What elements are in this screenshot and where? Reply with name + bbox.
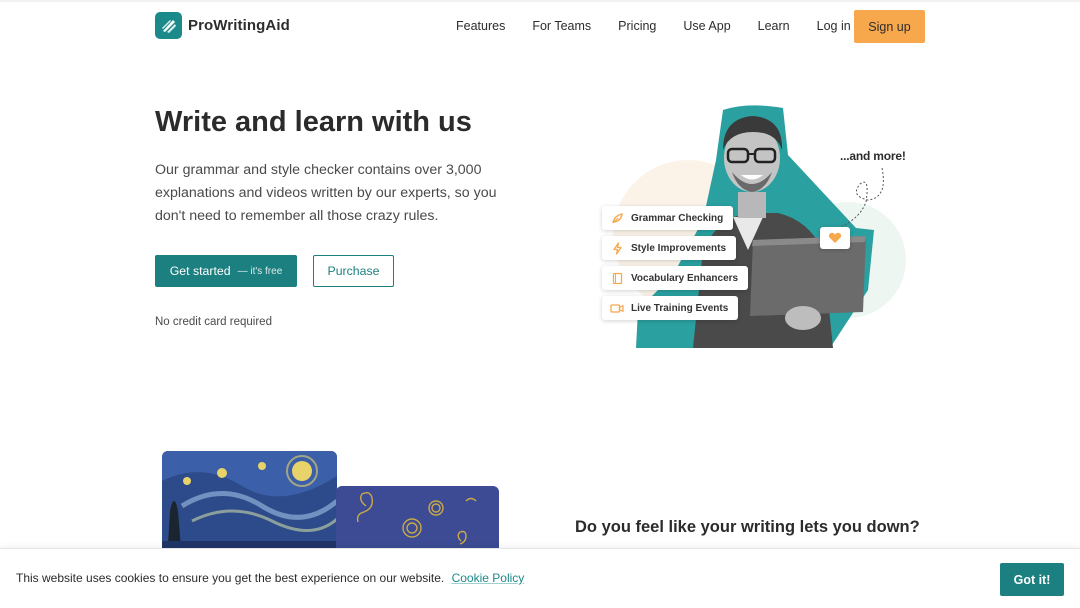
nav-use-app[interactable]: Use App	[683, 19, 730, 33]
cookie-banner: This website uses cookies to ensure you …	[0, 548, 1080, 608]
brand-logo[interactable]: ProWritingAid	[155, 12, 290, 39]
hero-description: Our grammar and style checker contains o…	[155, 162, 497, 225]
hero-illustration: ...and more! Grammar Checking Style Impr…	[598, 100, 918, 352]
cookie-accept-button[interactable]: Got it!	[1000, 563, 1064, 596]
starry-night-image	[162, 451, 337, 561]
get-started-suffix: — it's free	[237, 265, 283, 277]
feature-grammar-checking: Grammar Checking	[602, 206, 734, 230]
feature-label: Grammar Checking	[631, 212, 724, 224]
signup-button[interactable]: Sign up	[854, 10, 925, 43]
cookie-text: This website uses cookies to ensure you …	[16, 571, 445, 585]
nav-features[interactable]: Features	[456, 19, 505, 33]
heart-icon	[820, 227, 850, 249]
hero-title: Write and learn with us	[155, 106, 472, 138]
feature-label: Live Training Events	[631, 302, 729, 314]
nav-pricing[interactable]: Pricing	[618, 19, 656, 33]
nav-for-teams[interactable]: For Teams	[532, 19, 591, 33]
nav-login[interactable]: Log in	[817, 19, 851, 33]
nav-learn[interactable]: Learn	[758, 19, 790, 33]
feature-vocabulary-enhancers: Vocabulary Enhancers	[602, 266, 749, 290]
feature-live-training-events: Live Training Events	[602, 296, 739, 320]
get-started-button[interactable]: Get started — it's free	[155, 255, 297, 287]
video-icon	[610, 301, 624, 315]
site-header: ProWritingAid Features For Teams Pricing…	[0, 0, 1080, 48]
cookie-message: This website uses cookies to ensure you …	[16, 571, 524, 585]
no-credit-card-note: No credit card required	[155, 316, 272, 328]
logo-icon	[155, 12, 182, 39]
get-started-label: Get started	[169, 264, 231, 278]
lightning-icon	[610, 241, 624, 255]
feature-label: Style Improvements	[631, 242, 727, 254]
cookie-policy-link[interactable]: Cookie Policy	[452, 571, 525, 585]
and-more-label: ...and more!	[840, 149, 906, 163]
feather-icon	[610, 211, 624, 225]
feature-label: Vocabulary Enhancers	[631, 272, 739, 284]
feature-style-improvements: Style Improvements	[602, 236, 737, 260]
brand-name: ProWritingAid	[188, 17, 290, 34]
purchase-button[interactable]: Purchase	[313, 255, 394, 287]
book-icon	[610, 271, 624, 285]
main-nav: Features For Teams Pricing Use App Learn…	[456, 10, 878, 42]
section-question: Do you feel like your writing lets you d…	[575, 518, 920, 536]
